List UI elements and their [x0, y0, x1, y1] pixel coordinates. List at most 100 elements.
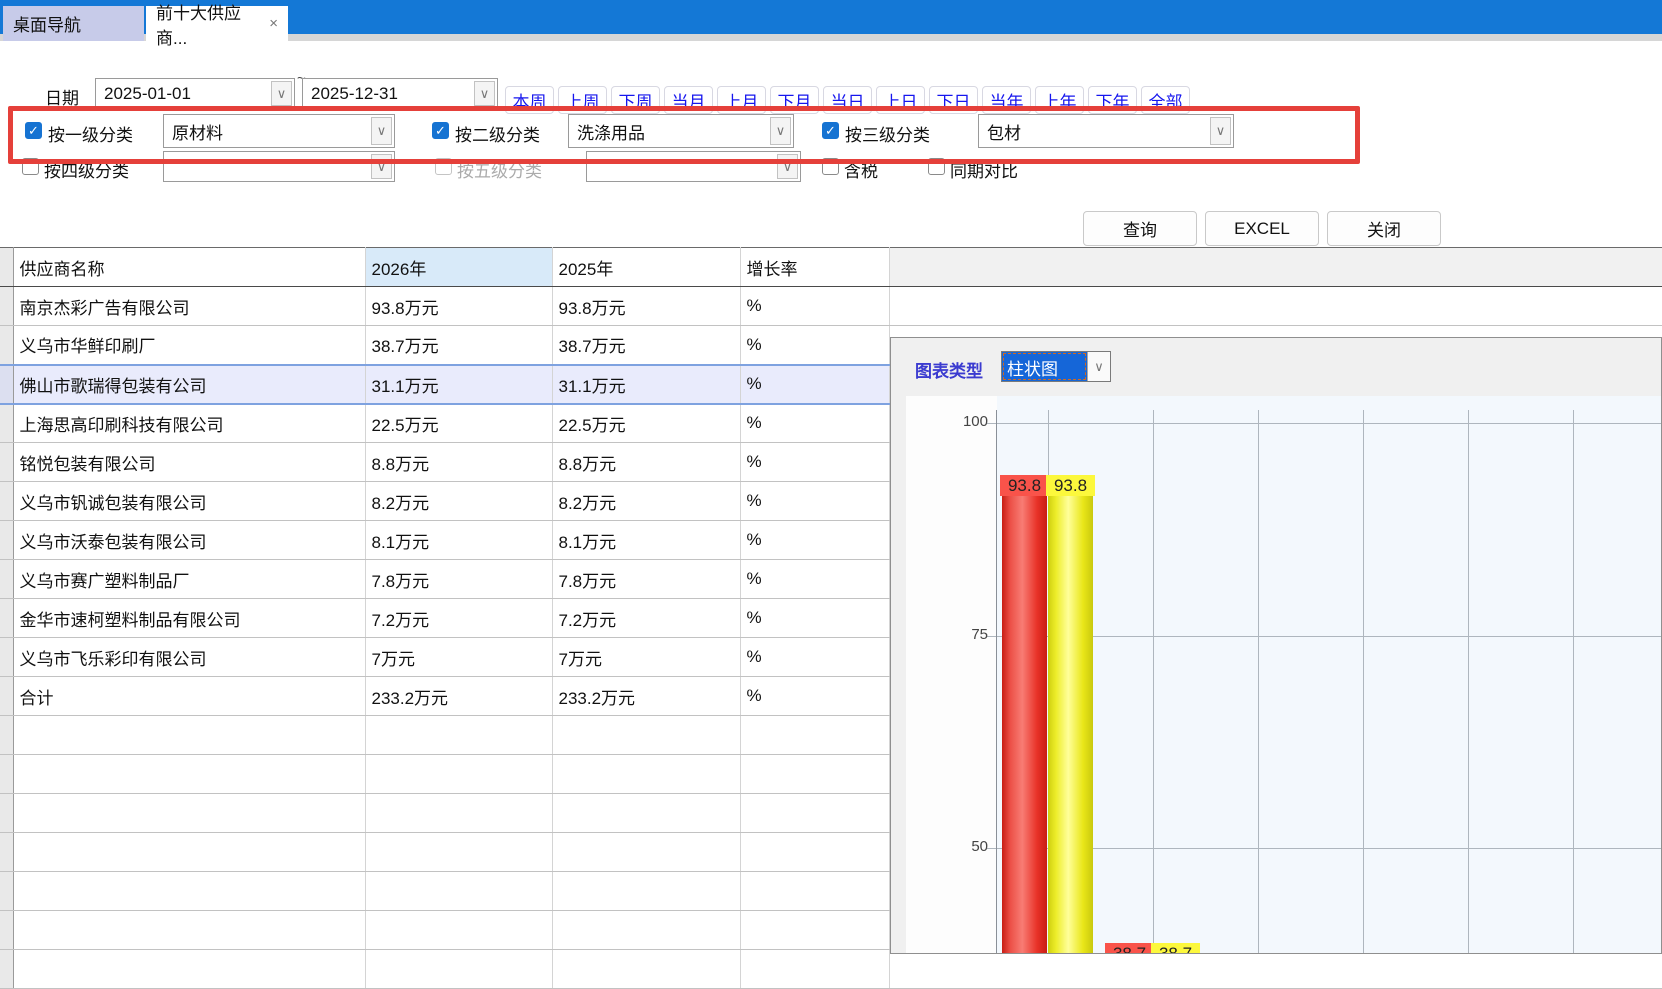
cell — [365, 716, 552, 755]
bar-value-label: 38.7 — [1105, 943, 1154, 954]
quick-link-8[interactable]: 下日 — [929, 86, 978, 114]
row-selector[interactable] — [0, 794, 13, 833]
row-selector[interactable] — [0, 365, 13, 404]
row-selector[interactable] — [0, 443, 13, 482]
row-selector[interactable] — [0, 521, 13, 560]
checkbox-level3[interactable]: ✓ — [822, 122, 839, 139]
quick-link-1[interactable]: 上周 — [558, 86, 607, 114]
quick-link-9[interactable]: 当年 — [982, 86, 1031, 114]
row-selector[interactable] — [0, 911, 13, 950]
query-button[interactable]: 查询 — [1083, 211, 1197, 246]
checkbox-level3-label: 按三级分类 — [845, 121, 930, 146]
cell: % — [740, 560, 889, 599]
row-selector[interactable] — [0, 677, 13, 716]
row-selector[interactable] — [0, 560, 13, 599]
cell: 7.8万元 — [552, 560, 740, 599]
row-selector[interactable] — [0, 833, 13, 872]
chevron-down-icon: ∨ — [474, 81, 495, 106]
row-selector[interactable] — [0, 482, 13, 521]
cell: 22.5万元 — [552, 404, 740, 443]
date-to-select[interactable]: 2025-12-31 ∨ — [302, 78, 498, 109]
column-header-1[interactable]: 2026年 — [365, 248, 552, 287]
date-from-select[interactable]: 2025-01-01 ∨ — [95, 78, 295, 109]
column-header-3[interactable]: 增长率 — [740, 248, 889, 287]
quick-link-4[interactable]: 上月 — [717, 86, 766, 114]
level2-select[interactable]: 洗涤用品 ∨ — [568, 114, 794, 148]
cell — [740, 950, 889, 989]
cell: % — [740, 677, 889, 716]
bar-2026年 — [1002, 476, 1047, 954]
row-selector[interactable] — [0, 716, 13, 755]
cell: 7.2万元 — [365, 599, 552, 638]
cell: 8.8万元 — [365, 443, 552, 482]
cell — [13, 833, 365, 872]
v-gridline — [1363, 410, 1364, 954]
level3-select[interactable]: 包材 ∨ — [978, 114, 1234, 148]
quick-link-0[interactable]: 本周 — [505, 86, 554, 114]
cell: 31.1万元 — [365, 365, 552, 404]
bar-value-label: 93.8 — [1000, 475, 1049, 496]
cell: % — [740, 287, 889, 326]
cell — [552, 716, 740, 755]
table-row[interactable] — [0, 950, 1662, 989]
level4-select[interactable]: ∨ — [163, 151, 395, 182]
close-icon[interactable]: × — [269, 15, 278, 32]
column-header-2[interactable]: 2025年 — [552, 248, 740, 287]
y-tick — [987, 636, 996, 637]
checkbox-level2[interactable]: ✓ — [432, 122, 449, 139]
cell — [365, 911, 552, 950]
quick-link-12[interactable]: 全部 — [1141, 86, 1190, 114]
bar-2025年 — [1048, 476, 1093, 954]
cell — [740, 911, 889, 950]
checkbox-level1-label: 按一级分类 — [48, 121, 133, 146]
column-header-0[interactable]: 供应商名称 — [13, 248, 365, 287]
tab-top10-suppliers[interactable]: 前十大供应商... × — [146, 6, 288, 41]
level1-select[interactable]: 原材料 ∨ — [163, 114, 395, 148]
cell — [13, 794, 365, 833]
row-selector[interactable] — [0, 287, 13, 326]
row-selector[interactable] — [0, 755, 13, 794]
chart-type-value: 柱状图 — [1002, 352, 1087, 381]
cell: 义乌市钒诚包装有限公司 — [13, 482, 365, 521]
chart-panel: 图表类型 柱状图 ∨ 100755093.838.793.838.7 — [890, 337, 1662, 954]
cell: 上海思高印刷科技有限公司 — [13, 404, 365, 443]
y-tick-label: 75 — [946, 626, 988, 643]
cell — [552, 833, 740, 872]
cell-filler — [889, 950, 1662, 989]
row-selector[interactable] — [0, 638, 13, 677]
v-gridline — [1573, 410, 1574, 954]
cell: 金华市速柯塑料制品有限公司 — [13, 599, 365, 638]
cell: 7万元 — [365, 638, 552, 677]
v-gridline — [1258, 410, 1259, 954]
tab-desktop-nav[interactable]: 桌面导航 — [3, 6, 144, 41]
quick-link-11[interactable]: 下年 — [1088, 86, 1137, 114]
row-selector[interactable] — [0, 950, 13, 989]
close-button[interactable]: 关闭 — [1327, 211, 1441, 246]
cell: % — [740, 521, 889, 560]
quick-link-5[interactable]: 下月 — [770, 86, 819, 114]
cell: 8.2万元 — [365, 482, 552, 521]
date-label: 日期 — [45, 84, 79, 109]
row-selector[interactable] — [0, 404, 13, 443]
quick-link-10[interactable]: 上年 — [1035, 86, 1084, 114]
row-selector[interactable] — [0, 872, 13, 911]
table-row[interactable]: 南京杰彩广告有限公司93.8万元93.8万元% — [0, 287, 1662, 326]
quick-link-2[interactable]: 下周 — [611, 86, 660, 114]
cell: 233.2万元 — [552, 677, 740, 716]
level5-select[interactable]: ∨ — [586, 151, 801, 182]
y-tick — [987, 423, 996, 424]
row-selector[interactable] — [0, 326, 13, 365]
quick-link-7[interactable]: 上日 — [876, 86, 925, 114]
checkbox-level4[interactable] — [22, 158, 39, 175]
chart-type-select[interactable]: 柱状图 ∨ — [1001, 351, 1111, 382]
bar-value-label: 38.7 — [1151, 943, 1200, 954]
cell — [740, 794, 889, 833]
checkbox-compare[interactable] — [928, 158, 945, 175]
quick-link-6[interactable]: 当日 — [823, 86, 872, 114]
checkbox-level1[interactable]: ✓ — [25, 122, 42, 139]
excel-button[interactable]: EXCEL — [1205, 211, 1319, 246]
row-selector[interactable] — [0, 599, 13, 638]
quick-link-3[interactable]: 当月 — [664, 86, 713, 114]
cell — [365, 755, 552, 794]
checkbox-tax[interactable] — [822, 158, 839, 175]
